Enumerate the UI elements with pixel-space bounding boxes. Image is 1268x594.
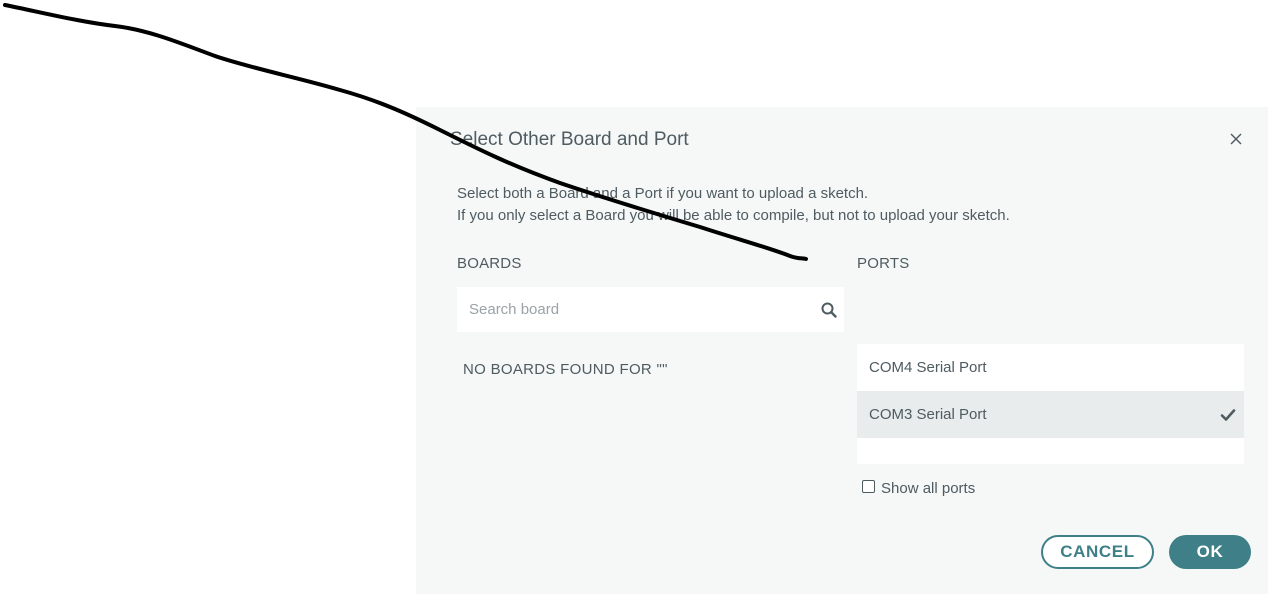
dialog-intro: Select both a Board and a Port if you wa… — [457, 183, 1010, 227]
search-icon[interactable] — [820, 301, 838, 319]
screen: Select Other Board and Port Select both … — [0, 0, 1268, 594]
intro-line-1: Select both a Board and a Port if you wa… — [457, 185, 869, 202]
show-all-ports-checkbox[interactable] — [862, 480, 875, 493]
ports-list: COM4 Serial Port COM3 Serial Port — [857, 344, 1244, 464]
cancel-button[interactable]: CANCEL — [1041, 535, 1154, 569]
ports-heading: PORTS — [857, 255, 910, 272]
ok-button[interactable]: OK — [1169, 535, 1251, 569]
board-search — [457, 287, 844, 332]
boards-heading: BOARDS — [457, 255, 522, 272]
port-item-com4[interactable]: COM4 Serial Port — [857, 344, 1244, 391]
close-button[interactable] — [1226, 129, 1246, 149]
show-all-ports[interactable]: Show all ports — [862, 480, 975, 497]
port-label: COM3 Serial Port — [869, 406, 987, 423]
port-label: COM4 Serial Port — [869, 359, 987, 376]
intro-line-2: If you only select a Board you will be a… — [457, 207, 1010, 224]
port-item-com3[interactable]: COM3 Serial Port — [857, 391, 1244, 438]
board-search-input[interactable] — [457, 287, 809, 332]
no-boards-message: NO BOARDS FOUND FOR "" — [463, 361, 668, 378]
checkmark-icon — [1220, 409, 1236, 421]
dialog-title: Select Other Board and Port — [450, 129, 689, 150]
close-icon — [1230, 133, 1242, 145]
show-all-ports-label: Show all ports — [881, 480, 976, 497]
select-board-port-dialog: Select Other Board and Port Select both … — [416, 107, 1268, 594]
